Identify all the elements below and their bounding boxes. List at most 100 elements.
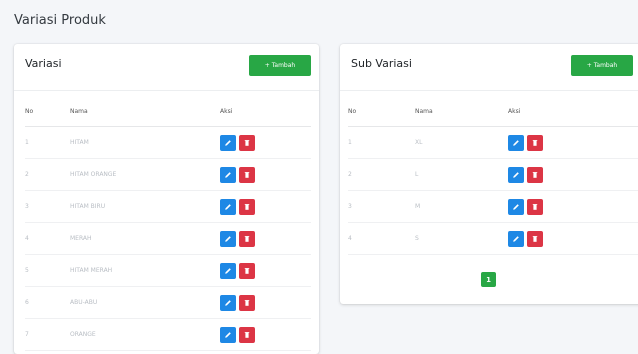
table-row: 2L	[348, 158, 638, 191]
delete-button[interactable]	[239, 326, 255, 343]
row-name: MERAH	[70, 222, 220, 255]
edit-button[interactable]	[508, 230, 524, 247]
sub-variasi-card-header: Sub Variasi + Tambah	[340, 44, 638, 91]
row-number: 2	[25, 158, 70, 191]
row-actions	[220, 254, 311, 287]
delete-button[interactable]	[239, 294, 255, 311]
pencil-icon	[224, 171, 232, 179]
trash-icon	[243, 203, 251, 211]
row-number: 1	[25, 126, 70, 159]
pencil-icon	[224, 267, 232, 275]
pencil-icon	[224, 299, 232, 307]
delete-button[interactable]	[239, 198, 255, 215]
action-group	[220, 166, 255, 183]
action-group	[220, 326, 255, 343]
row-actions	[220, 222, 311, 255]
trash-icon	[531, 171, 539, 179]
column-header-action: Aksi	[220, 96, 311, 127]
row-name: HITAM BIRU	[70, 190, 220, 223]
pencil-icon	[224, 139, 232, 147]
edit-button[interactable]	[220, 134, 236, 151]
row-actions	[220, 318, 311, 351]
delete-button[interactable]	[527, 198, 543, 215]
trash-icon	[243, 171, 251, 179]
row-number: 4	[348, 222, 415, 255]
row-name: HITAM	[70, 126, 220, 159]
table-row: 6 ABU-ABU	[25, 286, 311, 319]
table-row: 7 ORANGE	[25, 318, 311, 351]
variasi-table: No Nama Aksi 1 HITAM 2 HITAM ORANGE 3 HITAM B…	[25, 96, 311, 351]
pencil-icon	[512, 235, 520, 243]
row-number: 1	[348, 126, 415, 159]
page-title: Variasi Produk	[14, 13, 106, 28]
row-number: 6	[25, 286, 70, 319]
delete-button[interactable]	[239, 134, 255, 151]
delete-button[interactable]	[527, 166, 543, 183]
row-number: 2	[348, 158, 415, 191]
action-group	[508, 230, 543, 247]
add-variasi-button[interactable]: + Tambah	[249, 55, 311, 76]
trash-icon	[531, 139, 539, 147]
delete-button[interactable]	[527, 134, 543, 151]
trash-icon	[243, 235, 251, 243]
pencil-icon	[224, 331, 232, 339]
delete-button[interactable]	[527, 230, 543, 247]
row-number: 3	[348, 190, 415, 223]
pagination-page-1[interactable]: 1	[481, 272, 496, 287]
action-group	[220, 230, 255, 247]
delete-button[interactable]	[239, 166, 255, 183]
delete-button[interactable]	[239, 230, 255, 247]
row-number: 7	[25, 318, 70, 351]
row-name: L	[415, 158, 508, 191]
trash-icon	[243, 331, 251, 339]
edit-button[interactable]	[220, 326, 236, 343]
table-row: 3 HITAM BIRU	[25, 190, 311, 223]
edit-button[interactable]	[508, 134, 524, 151]
action-group	[508, 134, 543, 151]
column-header-no: No	[348, 96, 415, 127]
edit-button[interactable]	[220, 198, 236, 215]
variasi-card-title: Variasi	[25, 57, 62, 70]
table-row: 2 HITAM ORANGE	[25, 158, 311, 191]
row-actions	[508, 222, 638, 255]
action-group	[508, 166, 543, 183]
delete-button[interactable]	[239, 262, 255, 279]
edit-button[interactable]	[220, 294, 236, 311]
sub-variasi-table-header-row: No Nama Aksi	[348, 96, 638, 127]
table-row: 4 MERAH	[25, 222, 311, 255]
edit-button[interactable]	[508, 198, 524, 215]
row-name: HITAM MERAH	[70, 254, 220, 287]
edit-button[interactable]	[220, 230, 236, 247]
variasi-card-header: Variasi + Tambah	[14, 44, 319, 91]
trash-icon	[531, 203, 539, 211]
row-number: 3	[25, 190, 70, 223]
sub-variasi-table-body: 1 XL 2 L 3 M 4 S	[348, 126, 638, 255]
add-sub-variasi-button[interactable]: + Tambah	[571, 55, 633, 76]
action-group	[220, 262, 255, 279]
pencil-icon	[512, 139, 520, 147]
edit-button[interactable]	[220, 262, 236, 279]
pencil-icon	[224, 235, 232, 243]
row-actions	[508, 158, 638, 191]
row-actions	[220, 190, 311, 223]
variasi-table-header-row: No Nama Aksi	[25, 96, 311, 127]
row-actions	[508, 126, 638, 159]
row-actions	[220, 158, 311, 191]
row-name: XL	[415, 126, 508, 159]
row-actions	[220, 286, 311, 319]
sub-variasi-card-title: Sub Variasi	[351, 57, 412, 70]
row-number: 5	[25, 254, 70, 287]
variasi-table-body: 1 HITAM 2 HITAM ORANGE 3 HITAM BIRU 4 MERAH 5 HIT…	[25, 126, 311, 351]
row-name: ORANGE	[70, 318, 220, 351]
pencil-icon	[512, 171, 520, 179]
row-name: HITAM ORANGE	[70, 158, 220, 191]
sub-variasi-card: Sub Variasi + Tambah No Nama Aksi 1 XL 2 L 3…	[340, 44, 638, 304]
action-group	[220, 134, 255, 151]
row-actions	[508, 190, 638, 223]
column-header-name: Nama	[415, 96, 508, 127]
edit-button[interactable]	[220, 166, 236, 183]
column-header-no: No	[25, 96, 70, 127]
variasi-card: Variasi + Tambah No Nama Aksi 1 HITAM 2 HIT…	[14, 44, 319, 354]
edit-button[interactable]	[508, 166, 524, 183]
row-name: M	[415, 190, 508, 223]
